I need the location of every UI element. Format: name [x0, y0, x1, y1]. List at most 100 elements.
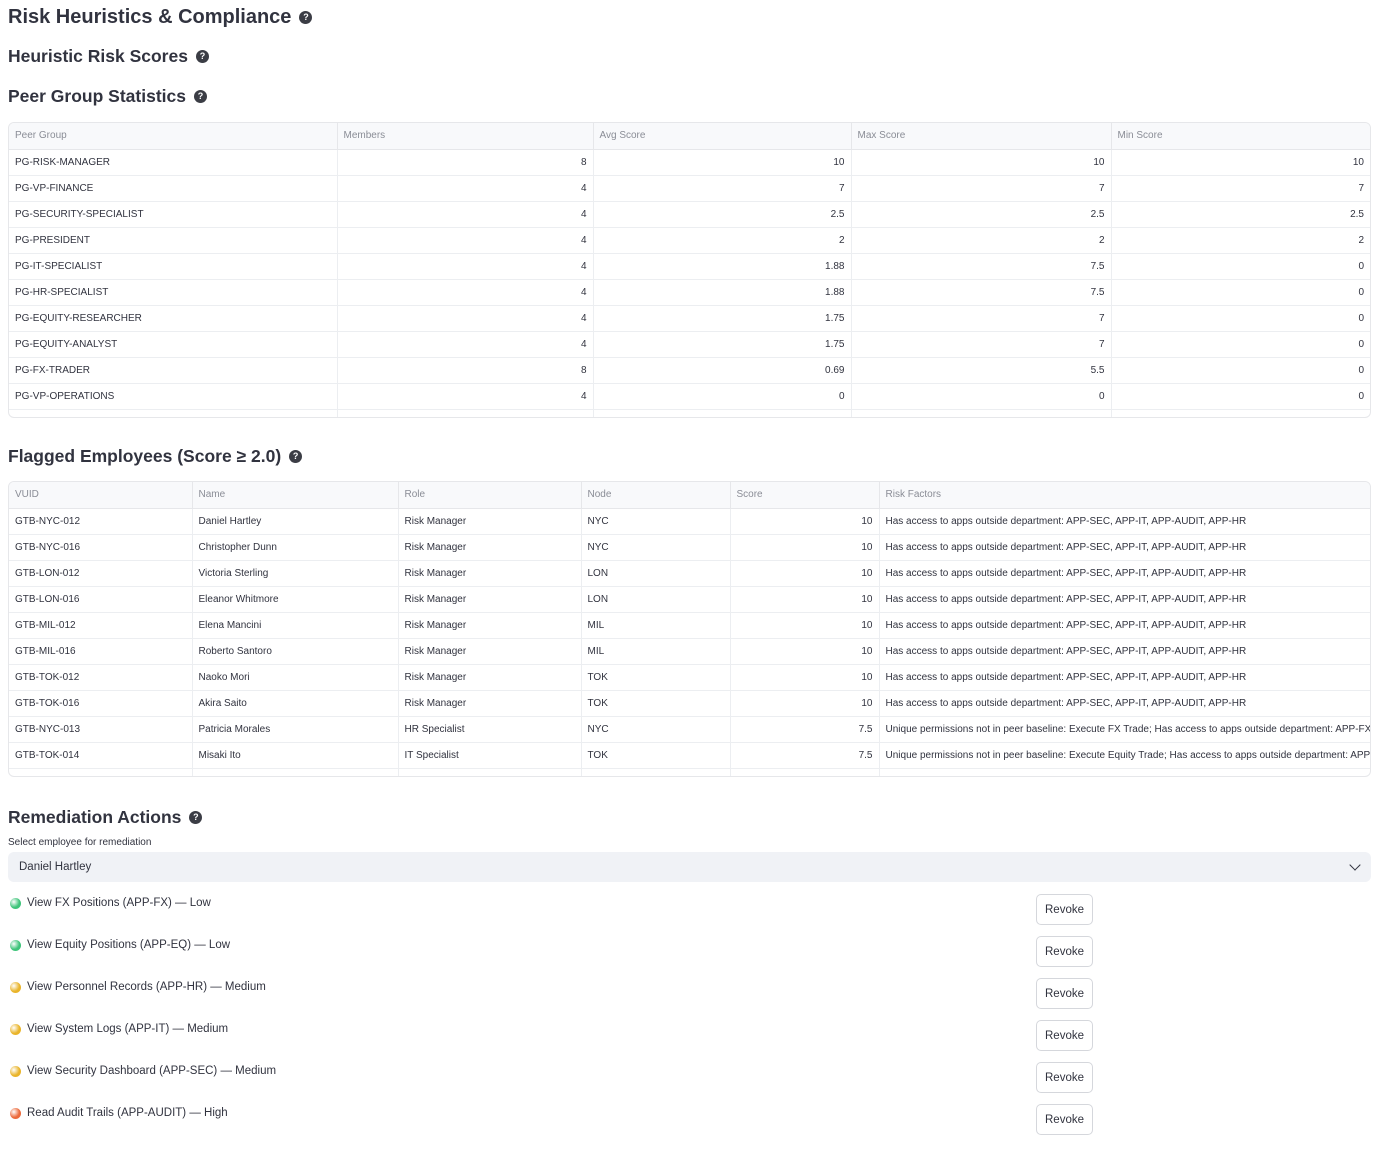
table-cell: Naoko Mori: [192, 664, 399, 691]
table-row[interactable]: GTB-TOK-012 Naoko Mori Risk Manager TOK 10 Ha…: [9, 664, 1370, 691]
column-header[interactable]: Score: [730, 482, 880, 509]
table-cell: Risk Manager: [398, 508, 582, 535]
table-cell: GTB-MIL-016: [9, 638, 193, 665]
table-cell: 0: [593, 383, 852, 410]
help-icon[interactable]: ?: [289, 449, 303, 463]
permission-item: View Personnel Records (APP-HR) — Medium: [8, 981, 266, 993]
table-row[interactable]: PG-EQUITY-ANALYST 4 1.75 7 0: [9, 331, 1370, 358]
revoke-button[interactable]: Revoke: [1036, 978, 1093, 1009]
table-row[interactable]: PG-HR-SPECIALIST 4 1.88 7.5 0: [9, 279, 1370, 306]
remediation-heading-text: Remediation Actions: [8, 806, 182, 827]
table-cell: 0: [1111, 279, 1370, 306]
table-cell: 4: [337, 383, 594, 410]
table-cell: Risk Manager: [398, 612, 582, 639]
flagged-employees-table[interactable]: VUID Name Role Node Score Risk Factors GTB-NY…: [8, 481, 1371, 777]
table-cell: 1.88: [593, 279, 852, 306]
table-cell: Has access to apps outside department: A…: [879, 508, 1370, 535]
table-cell: GTB-LON-012: [9, 560, 193, 587]
table-cell: Has access to apps outside department: A…: [879, 612, 1370, 639]
help-icon[interactable]: ?: [193, 89, 207, 103]
table-cell: LON: [581, 586, 731, 613]
table-row[interactable]: PG-SECURITY-SPECIALIST 4 2.5 2.5 2.5: [9, 201, 1370, 228]
table-cell: 7.5: [730, 742, 880, 769]
table-cell: GTB-TOK-014: [9, 742, 193, 769]
table-row[interactable]: GTB-LON-016 Eleanor Whitmore Risk Manager L…: [9, 586, 1370, 613]
table-cell: NYC: [581, 534, 731, 561]
heuristic-heading: Heuristic Risk Scores ?: [8, 40, 1371, 72]
table-cell: 0.69: [593, 357, 852, 384]
table-row[interactable]: PG-PRESIDENT 4 2 2 2: [9, 227, 1370, 254]
table-cell: 7.5: [730, 716, 880, 743]
column-header[interactable]: Min Score: [1111, 123, 1370, 150]
table-row[interactable]: PG-VP-FINANCE 4 7 7 7: [9, 175, 1370, 202]
table-cell: PG-EQUITY-ANALYST: [9, 331, 338, 358]
table-cell: GTB-NYC-013: [9, 716, 193, 743]
table-row[interactable]: GTB-TOK-014 Misaki Ito IT Specialist TOK 7.5…: [9, 742, 1370, 769]
table-cell: 7: [593, 175, 852, 202]
risk-level-high-icon: [10, 1107, 21, 1119]
permission-list: View FX Positions (APP-FX) — Low Revoke Vi…: [8, 888, 1371, 1140]
employee-select[interactable]: Daniel Hartley: [8, 852, 1371, 882]
table-row[interactable]: GTB-MIL-012 Elena Mancini Risk Manager MIL 1…: [9, 612, 1370, 639]
column-header[interactable]: Members: [337, 123, 594, 150]
table-cell: 0: [1111, 253, 1370, 280]
table-cell: GTB-TOK-012: [9, 664, 193, 691]
revoke-button[interactable]: Revoke: [1036, 1062, 1093, 1093]
table-cell: PG-FX-TRADER: [9, 357, 338, 384]
peer-heading-text: Peer Group Statistics: [8, 85, 186, 106]
table-row[interactable]: PG-VP-OPERATIONS 4 0 0 0: [9, 383, 1370, 410]
risk-level-medium-icon: [10, 981, 21, 993]
table-cell: Risk Manager: [398, 560, 582, 587]
table-row[interactable]: GTB-MIL-016 Roberto Santoro Risk Manager MI…: [9, 638, 1370, 665]
table-row[interactable]: GTB-TOK-016 Akira Saito Risk Manager TOK 10 H…: [9, 690, 1370, 717]
column-header[interactable]: Max Score: [851, 123, 1112, 150]
help-icon[interactable]: ?: [299, 10, 313, 24]
table-cell: 1.75: [593, 305, 852, 332]
column-header[interactable]: Role: [398, 482, 582, 509]
help-icon[interactable]: ?: [195, 49, 209, 63]
table-cell: Risk Manager: [398, 664, 582, 691]
revoke-button[interactable]: Revoke: [1036, 936, 1093, 967]
table-cell: Victoria Sterling: [192, 560, 399, 587]
table-row[interactable]: GTB-NYC-013 Patricia Morales HR Specialist…: [9, 716, 1370, 743]
table-cell: GTB-MIL-012: [9, 612, 193, 639]
peer-group-table[interactable]: Peer Group Members Avg Score Max Score Min S…: [8, 122, 1371, 418]
table-row[interactable]: PG-IT-SPECIALIST 4 1.88 7.5 0: [9, 253, 1370, 280]
table-row[interactable]: GTB-NYC-016 Christopher Dunn Risk Manager N…: [9, 534, 1370, 561]
table-cell: [581, 768, 731, 776]
table-cell: TOK: [581, 664, 731, 691]
revoke-button[interactable]: Revoke: [1036, 1020, 1093, 1051]
permission-label: View Equity Positions (APP-EQ) — Low: [27, 939, 231, 951]
table-row[interactable]: PG-EQUITY-RESEARCHER 4 1.75 7 0: [9, 305, 1370, 332]
table-cell: Has access to apps outside department: A…: [879, 664, 1370, 691]
table-cell: MIL: [581, 638, 731, 665]
column-header[interactable]: Name: [192, 482, 399, 509]
column-header[interactable]: Avg Score: [593, 123, 852, 150]
help-icon[interactable]: ?: [189, 810, 203, 824]
permission-item: Read Audit Trails (APP-AUDIT) — High: [8, 1107, 228, 1119]
permission-label: View FX Positions (APP-FX) — Low: [27, 897, 211, 909]
column-header[interactable]: VUID: [9, 482, 193, 509]
column-header[interactable]: Node: [581, 482, 731, 509]
table-row[interactable]: PG-RISK-MANAGER 8 10 10 10: [9, 149, 1370, 176]
table-row[interactable]: GTB-LON-012 Victoria Sterling Risk Manager…: [9, 560, 1370, 587]
table-cell: [9, 768, 193, 776]
revoke-button[interactable]: Revoke: [1036, 894, 1093, 925]
table-row[interactable]: PG-FX-TRADER 8 0.69 5.5 0: [9, 357, 1370, 384]
table-cell: [593, 409, 852, 417]
column-header[interactable]: Peer Group: [9, 123, 338, 150]
column-header[interactable]: Risk Factors: [879, 482, 1370, 509]
table-cell: 2: [593, 227, 852, 254]
permission-label: View System Logs (APP-IT) — Medium: [27, 1023, 229, 1035]
permission-item: View Security Dashboard (APP-SEC) — Medi…: [8, 1065, 276, 1077]
table-cell: Elena Mancini: [192, 612, 399, 639]
table-cell: 0: [1111, 383, 1370, 410]
permission-label: View Personnel Records (APP-HR) — Medium: [27, 981, 266, 993]
table-row[interactable]: GTB-NYC-012 Daniel Hartley Risk Manager NYC…: [9, 508, 1370, 535]
revoke-button[interactable]: Revoke: [1036, 1104, 1093, 1135]
table-cell: GTB-LON-016: [9, 586, 193, 613]
table-cell: Misaki Ito: [192, 742, 399, 769]
table-cell: 4: [337, 253, 594, 280]
table-cell: 10: [851, 149, 1112, 176]
table-cell: 1.75: [593, 331, 852, 358]
